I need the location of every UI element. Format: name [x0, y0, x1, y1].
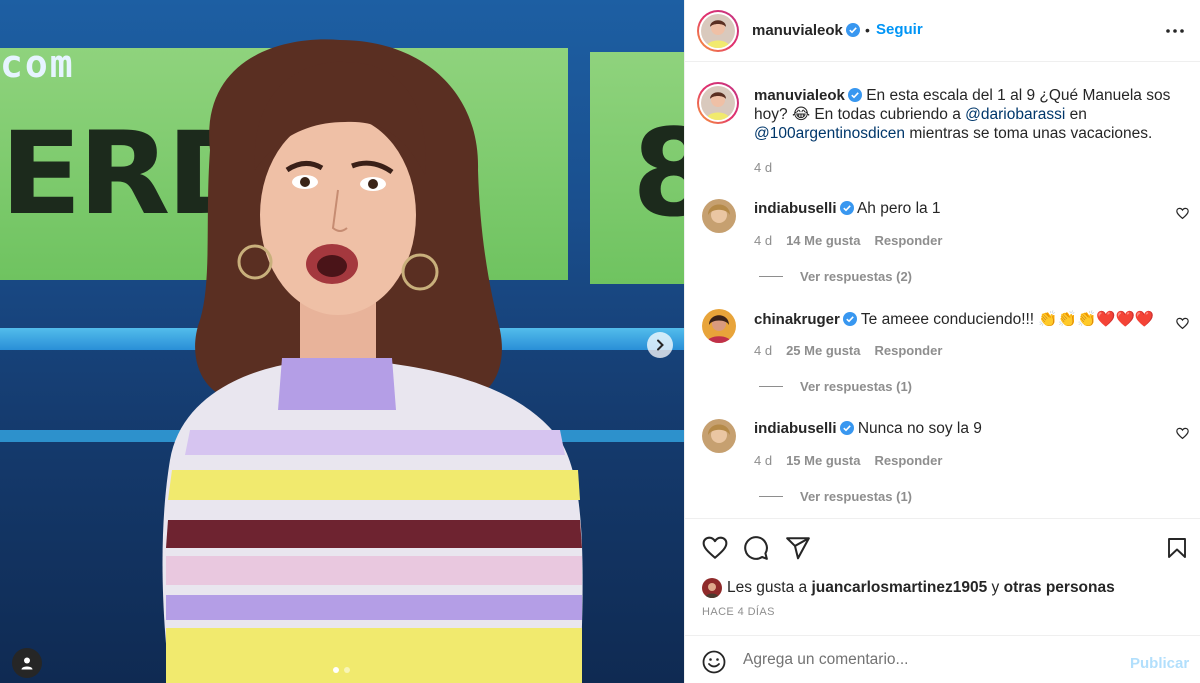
- post-header: manuvialeok • Seguir: [685, 0, 1200, 62]
- reply-button[interactable]: Responder: [875, 453, 943, 468]
- comment-text: Te ameee conduciendo!!! 👏👏👏❤️❤️❤️: [860, 311, 1155, 328]
- more-horizontal-icon[interactable]: [1165, 21, 1185, 41]
- comment-time[interactable]: 4 d: [754, 343, 772, 358]
- replies-divider: [759, 386, 783, 387]
- avatar-image: [702, 419, 736, 453]
- comment-text: Ah pero la 1: [856, 200, 941, 217]
- liker-username[interactable]: juancarlosmartinez1905: [811, 579, 987, 597]
- post-comment-button[interactable]: Publicar: [1130, 655, 1189, 672]
- avatar-image: [702, 309, 736, 343]
- bookmark-icon[interactable]: [1165, 535, 1189, 561]
- post-side-panel: manuvialeok • Seguir manuvialeok En esta…: [684, 0, 1200, 683]
- replies-divider: [759, 276, 783, 277]
- reply-button[interactable]: Responder: [875, 233, 943, 248]
- emoji-icon[interactable]: [702, 650, 726, 674]
- verified-badge-icon: [842, 312, 857, 326]
- caption-author-avatar[interactable]: [697, 82, 739, 124]
- carousel-dots: [333, 667, 350, 673]
- post-date[interactable]: HACE 4 DÍAS: [702, 606, 775, 618]
- reply-button[interactable]: Responder: [875, 343, 943, 358]
- avatar-image: [702, 199, 736, 233]
- view-replies-label: Ver respuestas (1): [800, 379, 913, 394]
- heart-icon[interactable]: [1176, 207, 1189, 220]
- likes-mid: y: [991, 579, 1000, 596]
- avatar-image: [702, 578, 722, 598]
- caption-text-2: en: [1065, 106, 1087, 123]
- liker-avatar[interactable]: [702, 578, 722, 598]
- comment-username[interactable]: indiabuselli: [754, 200, 854, 217]
- likes-others-link[interactable]: otras personas: [1004, 579, 1115, 597]
- follow-button[interactable]: Seguir: [876, 21, 923, 38]
- comment-username[interactable]: indiabuselli: [754, 420, 854, 437]
- verified-badge-icon: [839, 421, 854, 435]
- carousel-dot: [333, 667, 339, 673]
- verified-badge-icon: [845, 23, 860, 37]
- commenter-avatar[interactable]: [702, 419, 736, 453]
- post-caption: manuvialeok En esta escala del 1 al 9 ¿Q…: [754, 86, 1194, 177]
- commenter-avatar[interactable]: [702, 309, 736, 343]
- comment-username[interactable]: chinakruger: [754, 311, 857, 328]
- comment-likes[interactable]: 15 Me gusta: [786, 453, 860, 468]
- mention-link[interactable]: @100argentinosdicen: [754, 125, 905, 142]
- post-media[interactable]: com ERD. 8: [0, 0, 684, 683]
- verified-badge-icon: [839, 201, 854, 215]
- comment-text: Nunca no soy la 9: [857, 420, 982, 437]
- view-replies-button[interactable]: Ver respuestas (1): [759, 379, 912, 394]
- comment-icon[interactable]: [743, 535, 769, 561]
- comment-likes[interactable]: 14 Me gusta: [786, 233, 860, 248]
- header-separator: •: [865, 22, 870, 38]
- mention-link[interactable]: @dariobarassi: [965, 106, 1065, 123]
- comment-time[interactable]: 4 d: [754, 233, 772, 248]
- caption-time[interactable]: 4 d: [754, 158, 1194, 177]
- comment-time[interactable]: 4 d: [754, 453, 772, 468]
- view-replies-button[interactable]: Ver respuestas (2): [759, 269, 912, 284]
- chevron-right-icon: [657, 339, 664, 351]
- commenter-avatar[interactable]: [702, 199, 736, 233]
- caption-text-3: mientras se toma unas vacaciones.: [905, 125, 1153, 142]
- avatar-image: [701, 86, 735, 120]
- avatar-image: [701, 14, 735, 48]
- tagged-users-button[interactable]: [12, 648, 42, 678]
- post-actions: Les gusta a juancarlosmartinez1905 y otr…: [685, 518, 1200, 635]
- carousel-dot: [344, 667, 350, 673]
- view-replies-button[interactable]: Ver respuestas (1): [759, 489, 912, 504]
- share-icon[interactable]: [785, 535, 811, 561]
- presenter-photo: [162, 39, 583, 683]
- comment-likes[interactable]: 25 Me gusta: [786, 343, 860, 358]
- likes-summary: Les gusta a juancarlosmartinez1905 y otr…: [702, 578, 1115, 598]
- likes-prefix: Les gusta a: [727, 579, 808, 596]
- author-username[interactable]: manuvialeok: [752, 22, 860, 39]
- caption-username[interactable]: manuvialeok: [754, 87, 862, 104]
- view-replies-label: Ver respuestas (1): [800, 489, 913, 504]
- carousel-next-button[interactable]: [647, 332, 673, 358]
- heart-icon[interactable]: [1176, 317, 1189, 330]
- comment-input[interactable]: [743, 647, 1113, 673]
- user-tag-icon: [21, 657, 33, 670]
- verified-badge-icon: [847, 88, 862, 102]
- add-comment-bar: Publicar: [685, 635, 1200, 683]
- replies-divider: [759, 496, 783, 497]
- heart-icon[interactable]: [702, 535, 728, 561]
- view-replies-label: Ver respuestas (2): [800, 269, 913, 284]
- author-avatar[interactable]: [697, 10, 739, 52]
- heart-icon[interactable]: [1176, 427, 1189, 440]
